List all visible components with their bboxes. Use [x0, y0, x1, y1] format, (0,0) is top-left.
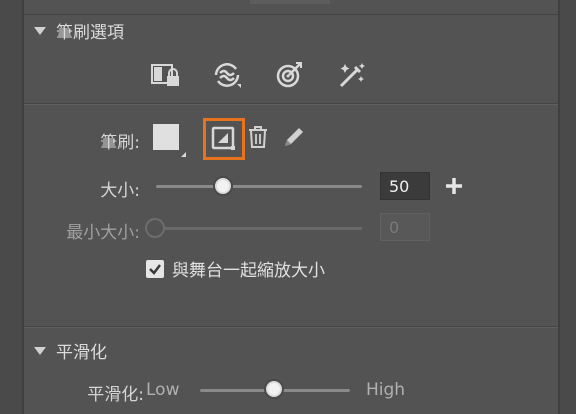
collapse-triangle-icon[interactable] [34, 346, 46, 355]
size-input[interactable]: 50 [380, 172, 430, 200]
smoothing-header[interactable]: 平滑化 [34, 338, 107, 363]
increase-size-button[interactable] [444, 176, 464, 196]
pressure-target-icon [276, 62, 302, 88]
min-size-input[interactable]: 0 [380, 213, 430, 241]
scale-with-stage-checkbox[interactable] [146, 259, 164, 278]
size-slider-track[interactable] [156, 185, 362, 188]
brush-options-divider-highlight [24, 104, 558, 105]
brush-shape-dropdown[interactable] [153, 124, 187, 158]
pressure-target-button[interactable] [272, 58, 306, 92]
min-size-slider-track[interactable] [156, 227, 362, 230]
custom-brush-icon [211, 126, 235, 150]
smoothing-divider-highlight [24, 327, 558, 328]
pencil-icon [285, 128, 303, 146]
trash-icon [249, 126, 267, 148]
custom-brush-button[interactable] [203, 118, 245, 160]
delete-brush-button[interactable] [247, 124, 271, 152]
left-scrollbar[interactable] [0, 0, 22, 414]
smoothing-title: 平滑化 [56, 343, 107, 363]
stroke-smoothing-button[interactable] [210, 58, 244, 92]
checkmark-icon [149, 263, 161, 275]
brush-tool-icon-row [148, 58, 368, 92]
lock-fill-icon [151, 64, 179, 86]
min-size-label: 最小大小: [66, 223, 140, 243]
dropdown-corner-icon [181, 152, 186, 157]
smoothing-slider-thumb[interactable] [264, 379, 284, 399]
collapse-triangle-icon[interactable] [34, 26, 46, 35]
brush-swatch [153, 124, 179, 150]
stroke-smoothing-icon [214, 63, 241, 88]
scale-with-stage-row[interactable]: 與舞台一起縮放大小 [146, 256, 325, 281]
plus-icon [446, 178, 462, 194]
scale-with-stage-label: 與舞台一起縮放大小 [172, 261, 325, 281]
magic-wand-icon [339, 63, 365, 88]
edit-brush-button[interactable] [281, 124, 307, 152]
size-slider-thumb[interactable] [212, 176, 233, 196]
lock-fill-button[interactable] [148, 58, 182, 92]
brush-options-header[interactable]: 筆刷選項 [34, 18, 124, 43]
right-scrollbar[interactable] [560, 0, 576, 414]
smoothing-low-label: Low [146, 380, 180, 400]
size-label: 大小: [100, 181, 140, 201]
top-divider [24, 14, 558, 15]
magic-wand-button[interactable] [334, 58, 368, 92]
brush-options-title: 筆刷選項 [56, 23, 124, 43]
brush-label: 筆刷: [100, 133, 140, 153]
smoothing-high-label: High [366, 380, 406, 400]
top-tab-stub [250, 0, 330, 4]
smoothing-label: 平滑化: [87, 385, 144, 405]
min-size-slider-thumb[interactable] [145, 218, 165, 238]
